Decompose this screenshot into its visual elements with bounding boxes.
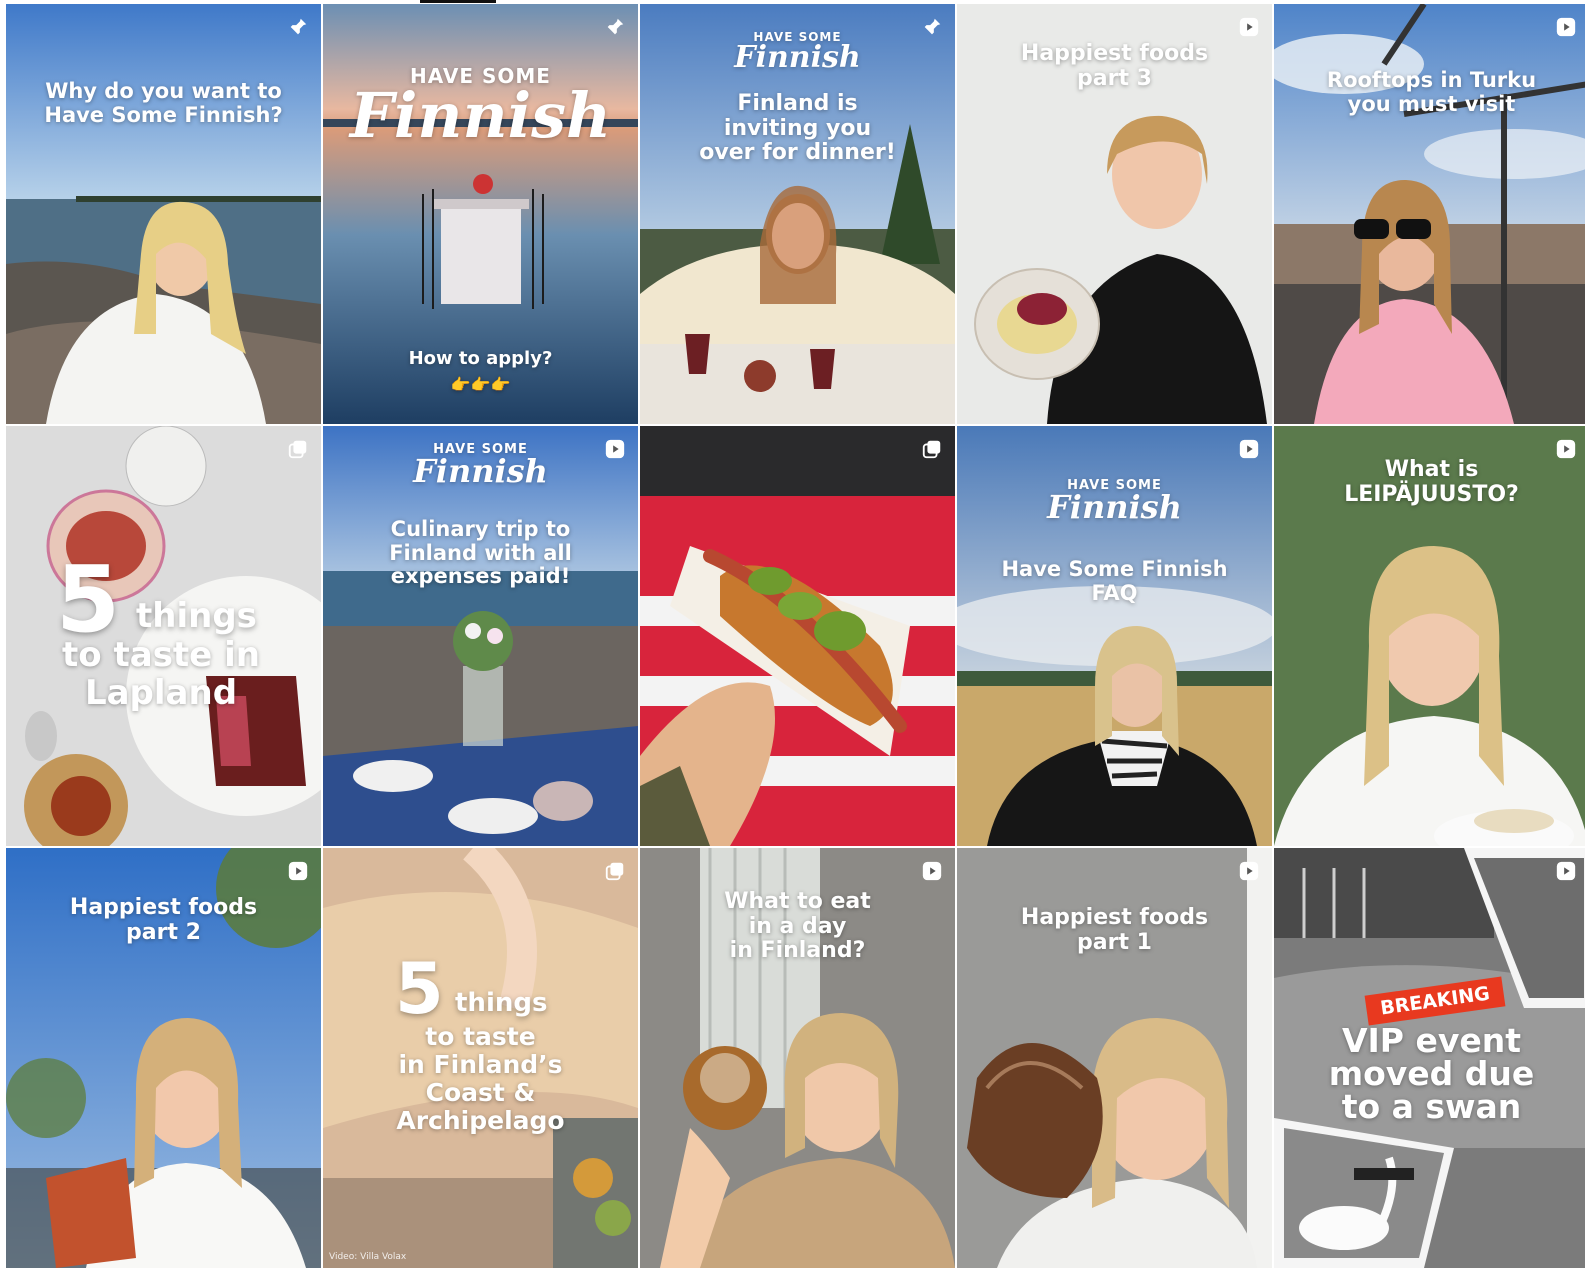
post-caption: Happiest foods part 1 [1020, 905, 1209, 955]
post-caption: VIP event moved due to a swan [1328, 1021, 1535, 1126]
post-tile-rooftops-turku[interactable]: Rooftops in Turku you must visit [1274, 4, 1585, 424]
post-tile-what-to-eat[interactable]: What to eat in a day in Finland? [640, 848, 955, 1268]
post-tile-happiest-foods-3[interactable]: Happiest foods part 3 [957, 4, 1272, 424]
post-tile-vip-event-swan[interactable]: BREAKING VIP event moved due to a swan [1274, 848, 1585, 1268]
post-tile-how-to-apply[interactable]: HAVE SOME Finnish How to apply? 👉👉👉 [323, 4, 638, 424]
post-caption: What to eat in a day in Finland? [724, 889, 871, 964]
post-caption-part: things [455, 988, 548, 1018]
post-caption: Finland is inviting you over for dinner! [699, 91, 896, 166]
carousel-icon [288, 440, 307, 459]
reel-icon [288, 861, 308, 881]
post-caption: to taste in Lapland [62, 635, 260, 714]
brand-logo: HAVE SOME Finnish [413, 442, 548, 490]
post-caption: What is LEIPÄJUUSTO? [1344, 457, 1519, 507]
reel-icon [1556, 861, 1576, 881]
post-tile-culinary-trip[interactable]: HAVE SOME Finnish Culinary trip to Finla… [323, 426, 638, 846]
reel-icon [1556, 439, 1576, 459]
brand-logo: HAVE SOME Finnish [734, 30, 861, 75]
post-caption: Rooftops in Turku you must visit [1326, 68, 1537, 116]
post-caption-part: things [136, 596, 257, 636]
post-tile-happiest-foods-1[interactable]: Happiest foods part 1 [957, 848, 1272, 1268]
post-caption: Culinary trip to Finland with all expens… [389, 517, 572, 589]
post-caption: Have Some Finnish FAQ [1001, 557, 1228, 605]
reel-icon [922, 861, 942, 881]
post-caption: Why do you want to Have Some Finnish? [44, 79, 283, 127]
brand-logo: HAVE SOME Finnish [1047, 478, 1182, 526]
reel-icon [1239, 439, 1259, 459]
big-number: 5 [395, 948, 444, 1030]
reel-icon [1239, 17, 1259, 37]
photo-credit: Video: Villa Volax [329, 1252, 407, 1262]
post-image [640, 426, 955, 846]
post-caption: Happiest foods part 2 [69, 895, 258, 945]
reel-icon [1239, 861, 1259, 881]
post-tile-leipajuusto[interactable]: What is LEIPÄJUUSTO? [1274, 426, 1585, 846]
carousel-icon [922, 440, 941, 459]
post-caption: to taste in Finland’s Coast & Archipelag… [396, 1022, 565, 1135]
post-image [6, 4, 321, 424]
carousel-icon [605, 862, 624, 881]
post-caption: How to apply? [408, 348, 553, 369]
reel-icon [605, 439, 625, 459]
post-tile-finland-dinner[interactable]: HAVE SOME Finnish Finland is inviting yo… [640, 4, 955, 424]
post-tile-hot-dog[interactable] [640, 426, 955, 846]
post-image [1274, 4, 1585, 424]
post-tile-happiest-foods-2[interactable]: Happiest foods part 2 [6, 848, 321, 1268]
pin-icon [923, 18, 941, 36]
pin-icon [606, 18, 624, 36]
brand-logo: HAVE SOME Finnish [349, 64, 612, 152]
active-tab-indicator [420, 0, 496, 3]
reel-icon [1556, 17, 1576, 37]
post-tile-faq[interactable]: HAVE SOME Finnish Have Some Finnish FAQ [957, 426, 1272, 846]
pin-icon [289, 18, 307, 36]
post-grid: Why do you want to Have Some Finnish? HA… [6, 4, 1585, 1268]
post-tile-5-things-coast[interactable]: 5 things to taste in Finland’s Coast & A… [323, 848, 638, 1268]
post-tile-5-things-lapland[interactable]: 5 things to taste in Lapland [6, 426, 321, 846]
post-caption: Happiest foods part 3 [1020, 41, 1209, 91]
pointing-emojis: 👉👉👉 [450, 375, 511, 394]
post-tile-why-have-some-finnish[interactable]: Why do you want to Have Some Finnish? [6, 4, 321, 424]
